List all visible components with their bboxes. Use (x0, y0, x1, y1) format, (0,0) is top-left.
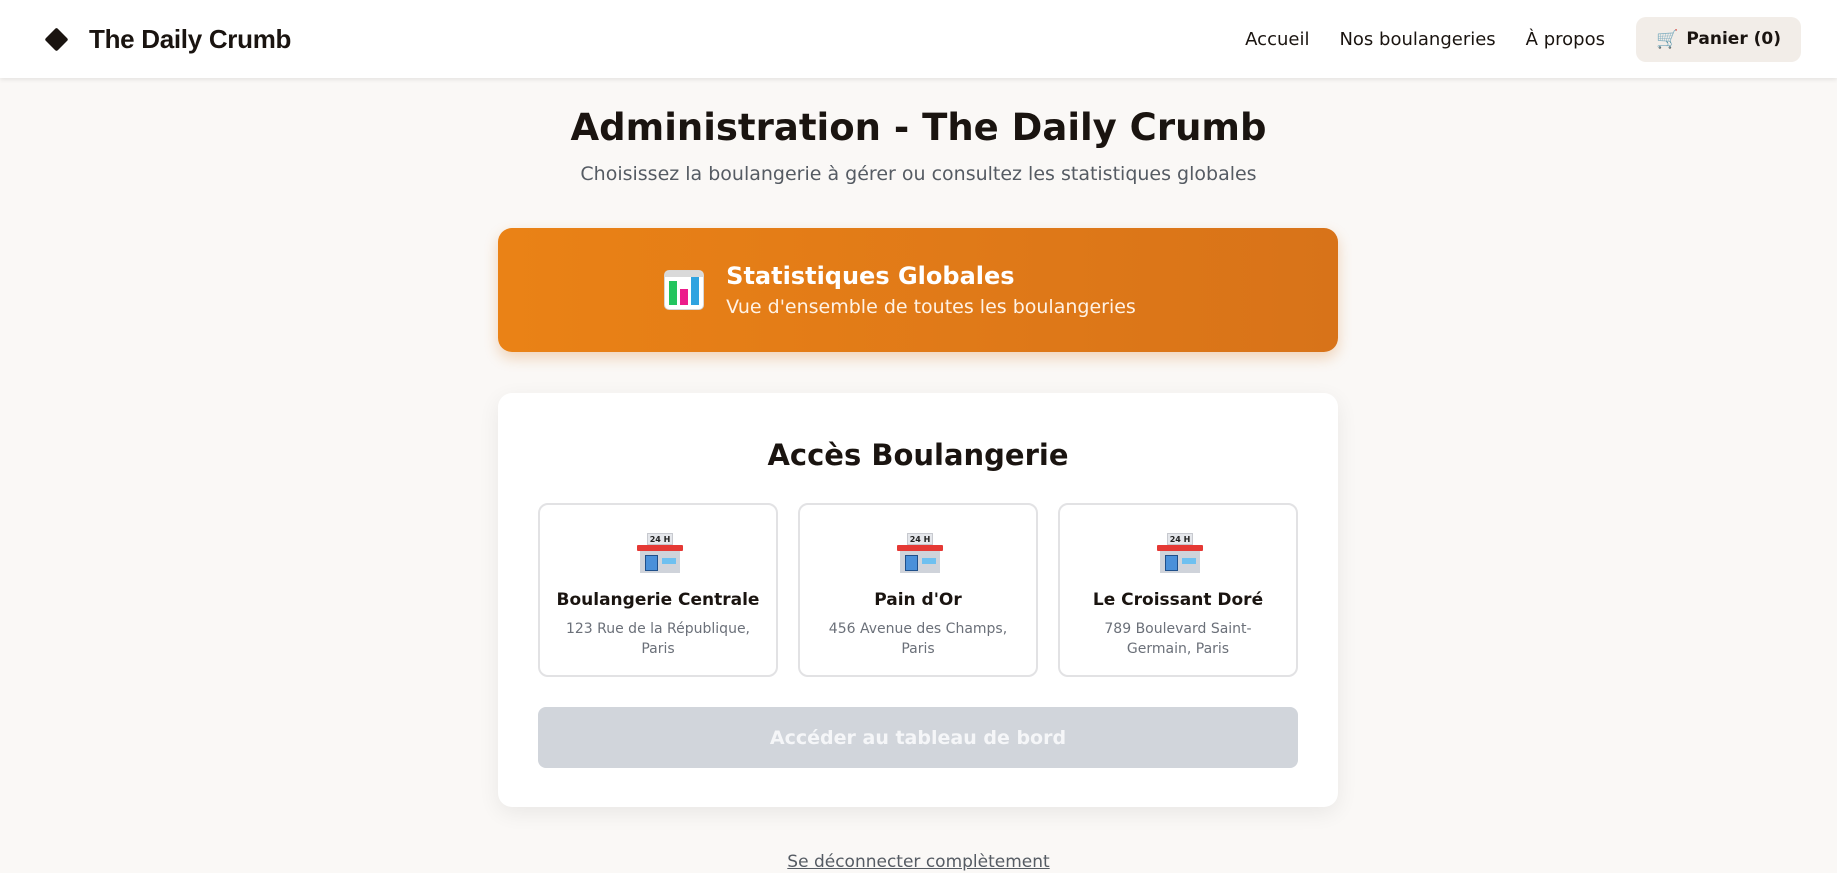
store-icon: 24 H (897, 533, 943, 575)
shopping-cart-icon: 🛒 (1655, 28, 1679, 50)
global-stats-content: Statistiques Globales Vue d'ensemble de … (664, 262, 1136, 318)
global-stats-card[interactable]: Statistiques Globales Vue d'ensemble de … (498, 228, 1338, 352)
access-dashboard-button[interactable]: Accéder au tableau de bord (538, 707, 1298, 768)
page-title: Administration - The Daily Crumb (570, 106, 1267, 149)
nav-link-accueil[interactable]: Accueil (1245, 29, 1309, 50)
bakery-card-centrale[interactable]: 24 H Boulangerie Centrale 123 Rue de la … (538, 503, 778, 677)
brand[interactable]: The Daily Crumb (44, 23, 292, 55)
brand-name: The Daily Crumb (89, 23, 292, 54)
diamond-logo-icon (44, 26, 69, 52)
bakery-name: Boulangerie Centrale (556, 590, 760, 610)
cart-button[interactable]: 🛒 Panier (0) (1635, 16, 1801, 62)
store-icon: 24 H (637, 533, 683, 575)
bakery-address: 123 Rue de la République, Paris (565, 621, 751, 657)
bakery-address: 789 Boulevard Saint-Germain, Paris (1104, 621, 1252, 657)
global-stats-text: Statistiques Globales Vue d'ensemble de … (726, 262, 1136, 318)
cart-label: Panier (0) (1686, 29, 1781, 49)
bakery-access-panel: Accès Boulangerie 24 H Boulangerie Centr… (498, 393, 1338, 807)
bakery-card-pain-dor[interactable]: 24 H Pain d'Or 456 Avenue des Champs, Pa… (798, 503, 1038, 677)
nav-link-a-propos[interactable]: À propos (1526, 29, 1605, 50)
bakery-name: Le Croissant Doré (1092, 590, 1264, 610)
global-stats-subtitle: Vue d'ensemble de toutes les boulangerie… (726, 296, 1136, 318)
bakery-name: Pain d'Or (874, 590, 962, 610)
bar-chart-icon (664, 270, 705, 310)
page-subtitle: Choisissez la boulangerie à gérer ou con… (580, 163, 1257, 185)
global-stats-title: Statistiques Globales (726, 262, 1015, 290)
top-navbar: The Daily Crumb Accueil Nos boulangeries… (0, 0, 1837, 78)
bakery-address: 456 Avenue des Champs, Paris (828, 621, 1008, 657)
logout-link[interactable]: Se déconnecter complètement (0, 852, 1837, 872)
bakery-card-croissant-dore[interactable]: 24 H Le Croissant Doré 789 Boulevard Sai… (1058, 503, 1298, 677)
bakery-access-title: Accès Boulangerie (767, 438, 1069, 472)
nav-link-boulangeries[interactable]: Nos boulangeries (1339, 29, 1495, 50)
main-nav: Accueil Nos boulangeries À propos 🛒 Pani… (1215, 16, 1801, 62)
store-icon: 24 H (1157, 533, 1203, 575)
